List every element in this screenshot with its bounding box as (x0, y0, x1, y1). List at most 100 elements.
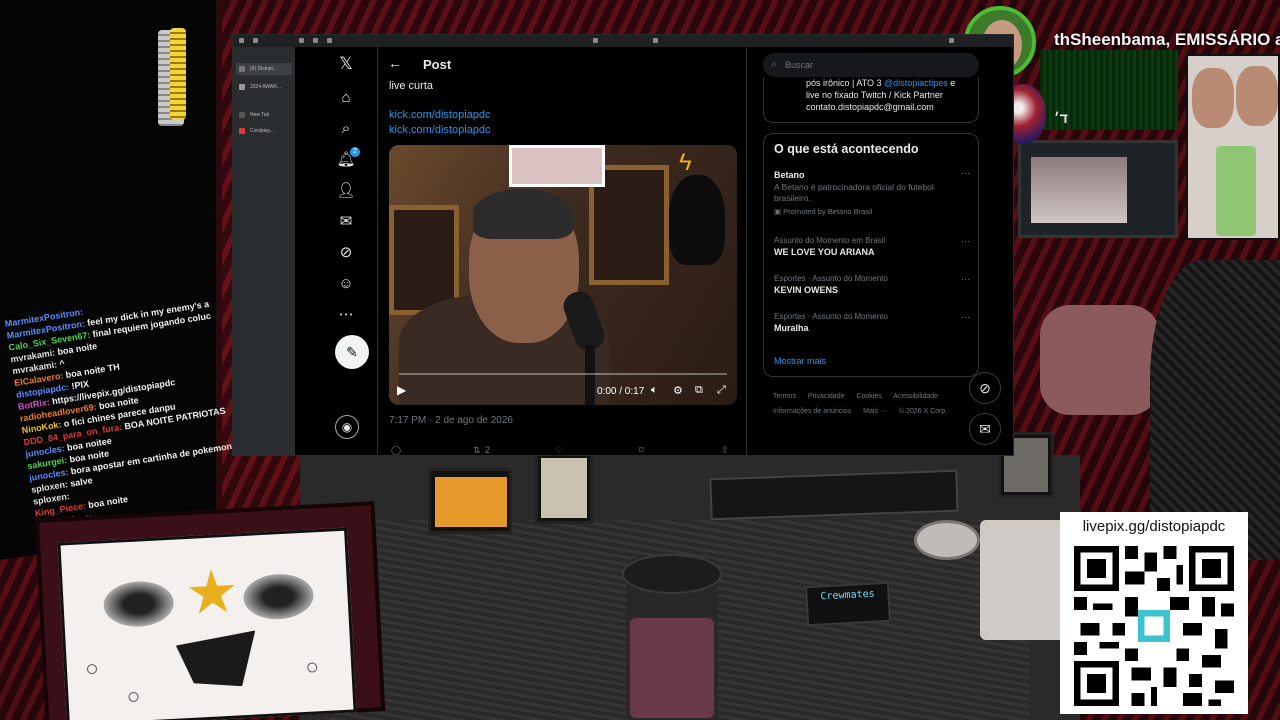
post-actions: ◯ ⇅ 2 ♡ ⌑ ⇧ (389, 445, 737, 455)
post-title: Post (423, 57, 452, 72)
profile-icon[interactable]: ☺ (335, 273, 357, 295)
more-icon[interactable]: ··· (961, 168, 970, 178)
post-link[interactable]: kick.com/distopiapdc (389, 109, 491, 121)
like-icon[interactable]: ♡ (555, 445, 563, 455)
reply-icon[interactable]: ◯ (391, 445, 401, 455)
crewmates-box: Crewmates (805, 581, 891, 627)
browser-titlebar (233, 35, 1013, 47)
url-bar[interactable] (593, 38, 598, 43)
promoted-label: ▣ Promoted by Betano Brasil (774, 207, 873, 216)
bio-mention-link[interactable]: @distopiactipes (884, 78, 948, 88)
share-icon[interactable]: ⇧ (721, 445, 729, 455)
more-icon[interactable]: ··· (961, 236, 970, 246)
ashtray (914, 520, 980, 560)
more-icon[interactable]: ··· (961, 312, 970, 322)
person-face (1236, 66, 1278, 126)
crt-screen (1031, 157, 1127, 223)
bio-text: pós irônico | ATO 3 (806, 78, 885, 88)
x-logo-icon[interactable]: 𝕏 (335, 53, 357, 75)
trend-description: A Betano é patrocinadora oficial do fute… (774, 182, 934, 203)
trend-item[interactable]: Esportes · Assunto do Momento Muralha ··… (774, 312, 974, 333)
bio-email: contato.distopiapdc@gmail.com (806, 102, 934, 112)
promoted-text: Promoted by Betano Brasil (783, 207, 873, 216)
helmet (669, 175, 725, 265)
back-arrow-icon[interactable]: ← (388, 55, 402, 71)
fullscreen-icon[interactable]: ⤢ (717, 384, 726, 397)
reload-icon[interactable] (327, 38, 332, 43)
doodle (306, 662, 318, 673)
footer-link[interactable]: Acessibilidade (893, 393, 938, 400)
search-icon[interactable]: ⌕ (335, 118, 357, 140)
footer-link[interactable]: Mais ··· (863, 408, 887, 415)
video-progress-bar[interactable] (399, 373, 727, 375)
page-favicon-icon (239, 84, 245, 90)
post-timestamp[interactable]: 7:17 PM · 2 de ago de 2026 (389, 415, 513, 426)
volume-icon[interactable]: 🔈︎ (651, 384, 658, 397)
show-more-link[interactable]: Mostrar mais (774, 356, 826, 366)
tab-distopia[interactable]: (6) Distopi... (236, 63, 292, 75)
window-icon[interactable] (239, 38, 244, 43)
more-icon[interactable]: ··· (961, 274, 970, 284)
cushion (1040, 305, 1160, 415)
footer-link[interactable]: Termos (773, 393, 796, 400)
trend-name: KEVIN OWENS (774, 285, 839, 295)
post-header: ← Post (378, 51, 746, 77)
tab-label: (6) Distopi... (250, 66, 277, 72)
tab-awards[interactable]: 2024 AWAR... (236, 81, 292, 93)
vertical-tab-bar: (6) Distopi... 2024 AWAR... New Tab Cord… (233, 47, 295, 455)
trend-category: Assunto do Momento em Brasil (774, 236, 886, 245)
x-sidebar-nav: 𝕏 ⌂ ⌕ 🔔︎ 2 👤︎ ✉ ⊘ ☺ ⋯ ✎ ◉ (295, 47, 377, 455)
post-link[interactable]: kick.com/distopiapdc (389, 124, 491, 136)
search-input[interactable]: ⌕ Buscar (763, 53, 979, 77)
share-icon[interactable] (653, 38, 658, 43)
follow-icon[interactable]: 👤︎ (335, 180, 357, 202)
extensions-icon[interactable] (949, 38, 954, 43)
play-icon[interactable]: ▶ (397, 383, 406, 397)
footer-link[interactable]: Informações de anúncios (773, 408, 851, 415)
bookmark-icon[interactable]: ⌑ (639, 445, 644, 455)
footer-link[interactable]: Cookies (856, 393, 881, 400)
mic-stand (585, 345, 595, 405)
post-text: live curta (389, 80, 434, 92)
person-hair (473, 189, 573, 239)
eye-icon (242, 572, 315, 622)
webcam-photo (1186, 54, 1280, 240)
sidebar-toggle-icon[interactable] (253, 38, 258, 43)
trend-name: Muralha (774, 323, 809, 333)
more-icon[interactable]: ⋯ (335, 304, 357, 326)
messages-icon[interactable]: ✉ (335, 211, 357, 233)
copyright: © 2026 X Corp. (898, 408, 948, 415)
poster (509, 145, 605, 187)
messages-float-icon[interactable]: ✉ (969, 413, 1001, 445)
account-avatar[interactable]: ◉ (335, 415, 359, 439)
bio-text: e (947, 78, 956, 88)
plus-icon (239, 112, 245, 118)
star-icon: ★ (183, 557, 241, 628)
back-icon[interactable] (299, 38, 304, 43)
video-player[interactable]: ϟ ▶ 0:00 / 0:17 🔈︎ ⚙ ⧉ ⤢ (389, 145, 737, 405)
repost-icon[interactable]: ⇅ (473, 445, 481, 455)
grok-icon[interactable]: ⊘ (335, 242, 357, 264)
trend-name: Betano (774, 170, 805, 180)
trend-item[interactable]: Betano A Betano é patrocinadora oficial … (774, 168, 974, 216)
footer-link[interactable]: Privacidade (808, 393, 845, 400)
crewmates-label: Crewmates (820, 588, 875, 603)
tab-new[interactable]: New Tab (236, 109, 292, 121)
trends-title: O que está acontecendo (774, 142, 919, 156)
repost-count: 2 (485, 445, 491, 455)
forward-icon[interactable] (313, 38, 318, 43)
grok-float-icon[interactable]: ⊘ (969, 372, 1001, 404)
tab-coldplay[interactable]: Cordplay... (236, 125, 292, 137)
compose-post-button[interactable]: ✎ (335, 335, 369, 369)
home-icon[interactable]: ⌂ (335, 87, 357, 109)
drink-glass (1216, 146, 1256, 236)
video-time: 0:00 / 0:17 (597, 386, 645, 397)
trend-item[interactable]: Esportes · Assunto do Momento KEVIN OWEN… (774, 274, 974, 295)
tv-screen-art: ★ (57, 527, 357, 720)
x-favicon-icon (239, 66, 245, 72)
search-icon: ⌕ (771, 59, 777, 70)
trend-item[interactable]: Assunto do Momento em Brasil WE LOVE YOU… (774, 236, 974, 257)
pip-icon[interactable]: ⧉ (695, 384, 703, 397)
settings-icon[interactable]: ⚙ (673, 384, 683, 397)
qr-panel: livepix.gg/distopiapdc (1060, 512, 1248, 714)
